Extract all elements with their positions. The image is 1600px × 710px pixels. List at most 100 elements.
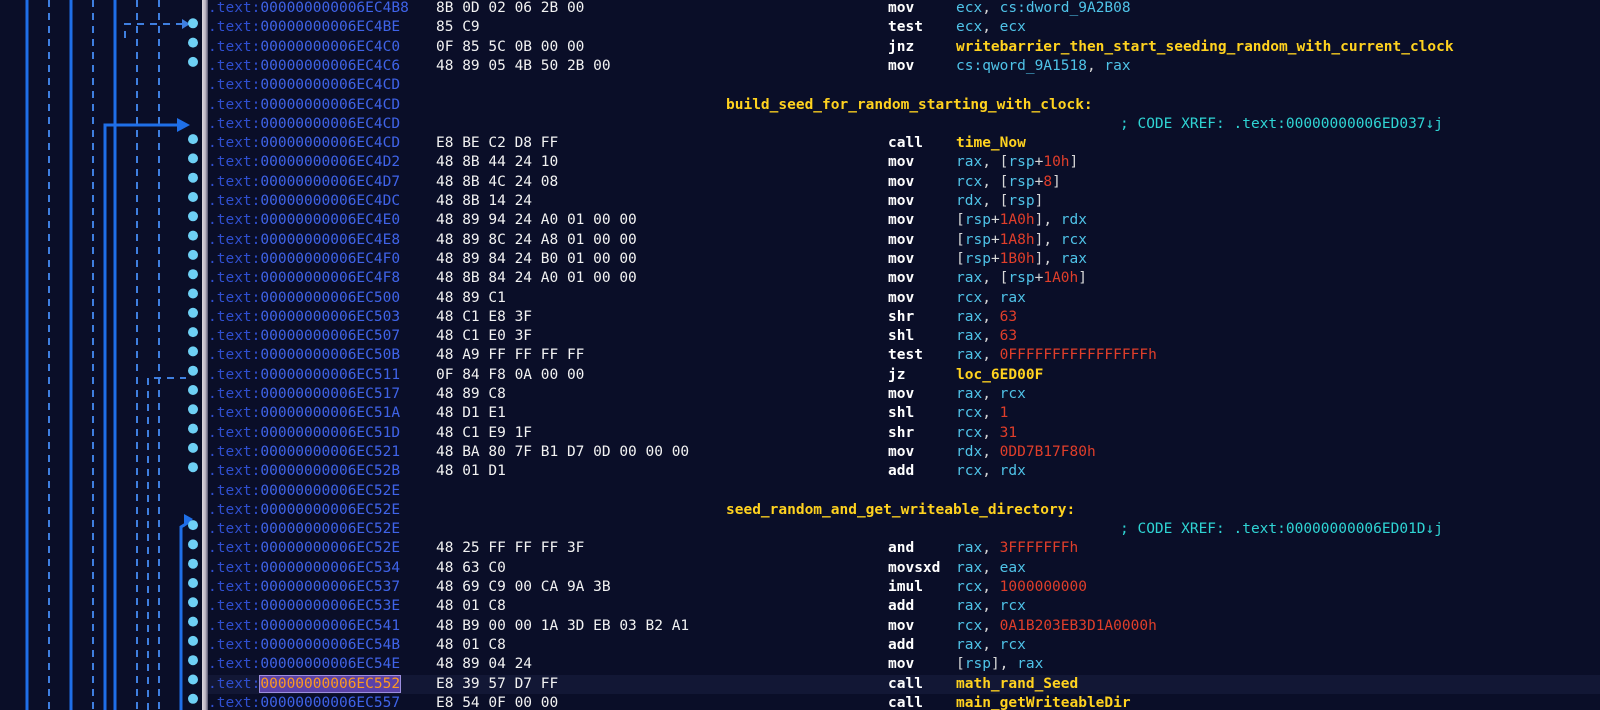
address-text[interactable]: 00000000006EC4D7 [260,174,400,190]
instruction-operands[interactable]: [rsp+1A0h], rdx [956,211,1087,230]
disasm-row[interactable]: .text:00000000006EC4D2 48 8B 44 24 10 mov r… [208,153,1600,172]
address-text[interactable]: 00000000006EC4E8 [260,232,400,248]
address-text[interactable]: 00000000006EC52E [260,521,400,537]
breakpoint-dot[interactable] [188,462,198,473]
instruction-operands[interactable]: rax, 0FFFFFFFFFFFFFFFFh [956,346,1157,365]
operand-function-name[interactable]: main_getWriteableDir [956,695,1131,710]
breakpoint-dot[interactable] [188,56,198,67]
address-text[interactable]: 00000000006EC4E0 [260,212,400,228]
disasm-row[interactable]: .text:00000000006EC500 48 89 C1 mov rcx, ra… [208,289,1600,308]
row-address-cell[interactable]: .text:00000000006EC503 [208,308,400,327]
breakpoint-dot[interactable] [188,249,198,260]
breakpoint-dot[interactable] [188,288,198,299]
instruction-operands[interactable]: rax, 63 [956,308,1017,327]
address-text[interactable]: 00000000006EC4CD [260,97,400,113]
address-text[interactable]: 00000000006EC51A [260,405,400,421]
address-text[interactable]: 00000000006EC534 [260,560,400,576]
address-text[interactable]: 00000000006EC507 [260,328,400,344]
row-address-cell[interactable]: .text:00000000006EC4CD [208,134,400,153]
breakpoint-dot[interactable] [188,230,198,241]
disasm-row[interactable]: .text:00000000006EC52E [208,482,1600,501]
address-text[interactable]: 000000000006EC4B8 [260,0,408,16]
instruction-operands[interactable]: [rsp], rax [956,655,1043,674]
function-label[interactable]: build_seed_for_random_starting_with_cloc… [726,96,1093,115]
address-text[interactable]: 00000000006EC503 [260,309,400,325]
operand-function-name[interactable]: writebarrier_then_start_seeding_random_w… [956,39,1454,55]
address-text[interactable]: 00000000006EC521 [260,444,400,460]
breakpoint-dot[interactable] [188,18,198,29]
breakpoint-dot[interactable] [188,365,198,376]
instruction-operands[interactable]: rax, rcx [956,385,1026,404]
instruction-operands[interactable]: rcx, 0A1B203EB3D1A0000h [956,617,1157,636]
row-address-cell[interactable]: .text:00000000006EC507 [208,327,400,346]
breakpoint-dot[interactable] [188,674,198,685]
breakpoint-dot[interactable] [188,153,198,164]
instruction-operands[interactable]: rax, [rsp+1A0h] [956,269,1087,288]
instruction-operands[interactable]: ecx, ecx [956,18,1026,37]
row-address-cell[interactable]: .text:00000000006EC51A [208,404,400,423]
row-address-cell[interactable]: .text:00000000006EC52E [208,482,400,501]
breakpoint-dot[interactable] [188,269,198,280]
breakpoint-dot[interactable] [188,693,198,704]
breakpoint-dot[interactable] [188,404,198,415]
instruction-operands[interactable]: rcx, 1000000000 [956,578,1087,597]
row-address-cell[interactable]: .text:00000000006EC51D [208,424,400,443]
graph-arrow-gutter[interactable] [0,0,205,710]
operand-function-name[interactable]: time_Now [956,135,1026,151]
graph-arrow-to-ec4c0[interactable] [124,19,190,38]
breakpoint-dot[interactable] [188,423,198,434]
row-address-cell[interactable]: .text:00000000006EC511 [208,366,400,385]
instruction-operands[interactable]: time_Now [956,134,1026,153]
disasm-row[interactable]: .text:00000000006EC4F8 48 8B 84 24 A0 01 … [208,269,1600,288]
breakpoint-dot[interactable] [188,442,198,453]
disasm-row[interactable]: .text:000000000006EC4B8 8B 0D 02 06 2B 00… [208,0,1600,18]
disasm-row[interactable]: .text:00000000006EC4CD E8 BE C2 D8 FF call… [208,134,1600,153]
function-label[interactable]: seed_random_and_get_writeable_directory: [726,501,1075,520]
disasm-row[interactable]: .text:00000000006EC50B 48 A9 FF FF FF FF t… [208,346,1600,365]
breakpoint-dot[interactable] [188,346,198,357]
breakpoint-dot[interactable] [188,578,198,588]
address-text[interactable]: 00000000006EC54E [260,656,400,672]
row-address-cell[interactable]: .text:00000000006EC521 [208,443,400,462]
disasm-row[interactable]: .text:00000000006EC52B 48 01 D1 add rcx, rd… [208,462,1600,481]
address-text[interactable]: 00000000006EC4F0 [260,251,400,267]
address-text[interactable]: 00000000006EC52E [260,483,400,499]
disasm-row[interactable]: .text:00000000006EC4BE 85 C9 test ecx, ecx [208,18,1600,37]
address-text[interactable]: 00000000006EC4CD [260,116,400,132]
code-xref-comment[interactable]: ; CODE XREF: .text:00000000006ED01D↓j [1120,520,1443,539]
breakpoint-dot[interactable] [188,385,198,395]
address-text[interactable]: 00000000006EC4BE [260,19,400,35]
disasm-row[interactable]: .text:00000000006EC4E0 48 89 94 24 A0 01 … [208,211,1600,230]
breakpoint-dot[interactable] [188,211,198,222]
address-text[interactable]: 00000000006EC51D [260,425,400,441]
instruction-operands[interactable]: [rsp+1B0h], rax [956,250,1087,269]
instruction-operands[interactable]: main_getWriteableDir [956,694,1131,710]
instruction-operands[interactable]: rax, 63 [956,327,1017,346]
row-address-cell[interactable]: .text:00000000006EC4CD [208,115,400,134]
breakpoint-dot[interactable] [188,192,198,202]
instruction-operands[interactable]: rax, rcx [956,597,1026,616]
address-text[interactable]: 00000000006EC552 [259,674,402,693]
instruction-operands[interactable]: loc_6ED00F [956,366,1043,385]
disasm-row[interactable]: .text:00000000006EC503 48 C1 E8 3F shr rax,… [208,308,1600,327]
breakpoint-dot[interactable] [188,520,198,531]
breakpoint-dot[interactable] [188,539,198,550]
address-text[interactable]: 00000000006EC54B [260,637,400,653]
row-address-cell[interactable]: .text:00000000006EC4DC [208,192,400,211]
address-text[interactable]: 00000000006EC4F8 [260,270,400,286]
row-address-cell[interactable]: .text:00000000006EC4F0 [208,250,400,269]
breakpoint-dot[interactable] [188,558,198,569]
row-address-cell[interactable]: .text:00000000006EC534 [208,559,400,578]
row-address-cell[interactable]: .text:00000000006EC552 [208,674,402,694]
disasm-row[interactable]: .text:00000000006EC52E seed_random_and_ge… [208,501,1600,520]
disasm-row[interactable]: .text:00000000006EC52E 48 25 FF FF FF 3F a… [208,539,1600,558]
address-text[interactable]: 00000000006EC50B [260,347,400,363]
row-address-cell[interactable]: .text:00000000006EC52E [208,520,400,539]
disasm-row[interactable]: .text:00000000006EC51A 48 D1 E1 shl rcx, 1 [208,404,1600,423]
disasm-row[interactable]: .text:00000000006EC507 48 C1 E0 3F shl rax,… [208,327,1600,346]
row-address-cell[interactable]: .text:00000000006EC4E8 [208,231,400,250]
disasm-row[interactable]: .text:00000000006EC51D 48 C1 E9 1F shr rcx,… [208,424,1600,443]
disasm-row[interactable]: .text:00000000006EC534 48 63 C0 movsxd rax,… [208,559,1600,578]
row-address-cell[interactable]: .text:00000000006EC537 [208,578,400,597]
disasm-row[interactable]: .text:00000000006EC54E 48 89 04 24 mov [rsp… [208,655,1600,674]
